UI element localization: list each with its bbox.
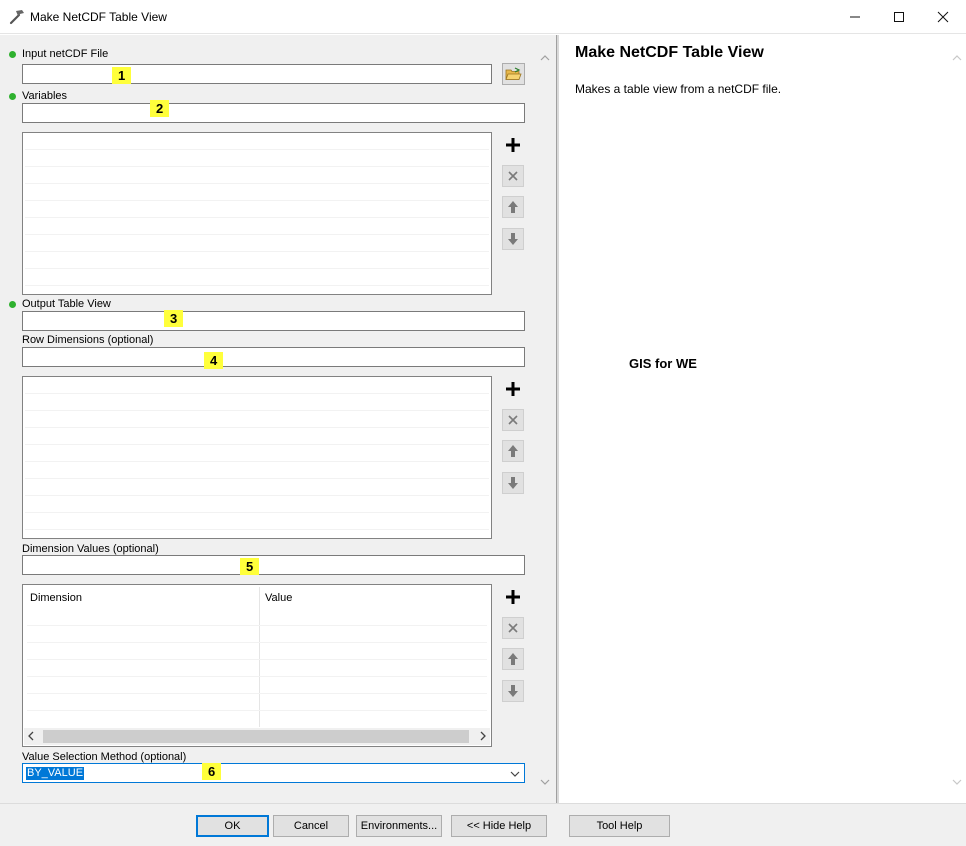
open-folder-icon (505, 67, 522, 80)
input-file-field[interactable] (22, 64, 492, 84)
move-up-button[interactable] (502, 440, 524, 462)
hide-help-button[interactable]: << Hide Help (451, 815, 547, 837)
chevron-down-icon[interactable] (510, 769, 520, 781)
marker-4: 4 (204, 352, 224, 369)
row-dimensions-label: Row Dimensions (optional) (22, 334, 154, 346)
maximize-button[interactable] (876, 0, 922, 34)
plus-icon (506, 382, 520, 396)
dimension-values-field[interactable] (22, 555, 525, 575)
close-button[interactable] (920, 0, 966, 34)
value-selection-label: Value Selection Method (optional) (22, 751, 187, 763)
maximize-icon (894, 12, 904, 22)
marker-1: 1 (112, 67, 132, 84)
scroll-down-icon[interactable] (536, 773, 554, 791)
help-description: Makes a table view from a netCDF file. (575, 82, 782, 96)
required-indicator (9, 301, 16, 308)
variables-label: Variables (22, 90, 68, 102)
minimize-button[interactable] (832, 0, 878, 34)
tool-help-button[interactable]: Tool Help (569, 815, 670, 837)
output-table-field[interactable] (22, 311, 525, 331)
ok-button[interactable]: OK (196, 815, 269, 837)
x-icon (508, 415, 518, 425)
scroll-down-icon[interactable] (948, 773, 966, 791)
horizontal-scrollbar[interactable] (24, 728, 490, 745)
table-body (25, 609, 489, 727)
add-row-dimension-button[interactable] (502, 378, 524, 400)
watermark-text: GIS for WE (629, 356, 697, 371)
arrow-down-icon (508, 477, 518, 489)
scroll-right-icon[interactable] (479, 730, 487, 745)
arrow-up-icon (508, 445, 518, 457)
arrow-up-icon (508, 201, 518, 213)
marker-2: 2 (150, 100, 170, 117)
remove-variable-button[interactable] (502, 165, 524, 187)
marker-5: 5 (240, 558, 260, 575)
scroll-left-icon[interactable] (27, 730, 35, 745)
arrow-up-icon (508, 653, 518, 665)
hammer-icon (8, 8, 26, 26)
window-title: Make NetCDF Table View (30, 10, 167, 24)
value-selection-dropdown[interactable] (22, 763, 525, 783)
minimize-icon (850, 16, 860, 18)
column-header-value[interactable]: Value (265, 592, 292, 604)
move-up-button[interactable] (502, 648, 524, 670)
x-icon (508, 171, 518, 181)
dimension-values-label: Dimension Values (optional) (22, 543, 159, 555)
move-down-button[interactable] (502, 228, 524, 250)
variables-list[interactable] (22, 132, 492, 295)
scroll-thumb[interactable] (43, 730, 469, 743)
close-icon (937, 11, 949, 23)
row-dimensions-list[interactable] (22, 376, 492, 539)
scroll-up-icon[interactable] (948, 49, 966, 67)
marker-6: 6 (202, 763, 222, 780)
marker-3: 3 (164, 310, 184, 327)
dimension-values-table[interactable]: Dimension Value (22, 584, 492, 747)
remove-row-dimension-button[interactable] (502, 409, 524, 431)
move-up-button[interactable] (502, 196, 524, 218)
remove-dimension-value-button[interactable] (502, 617, 524, 639)
arrow-down-icon (508, 233, 518, 245)
add-dimension-value-button[interactable] (502, 586, 524, 608)
add-variable-button[interactable] (502, 134, 524, 156)
output-table-label: Output Table View (22, 298, 111, 310)
plus-icon (506, 590, 520, 604)
move-down-button[interactable] (502, 472, 524, 494)
plus-icon (506, 138, 520, 152)
column-header-dimension[interactable]: Dimension (30, 592, 82, 604)
arrow-down-icon (508, 685, 518, 697)
help-pane (559, 35, 966, 803)
move-down-button[interactable] (502, 680, 524, 702)
x-icon (508, 623, 518, 633)
required-indicator (9, 51, 16, 58)
parameters-scrollbar[interactable] (536, 35, 554, 803)
row-dimensions-field[interactable] (22, 347, 525, 367)
cancel-button[interactable]: Cancel (273, 815, 349, 837)
variables-field[interactable] (22, 103, 525, 123)
value-selection-selected[interactable]: BY_VALUE (26, 767, 85, 780)
input-file-label: Input netCDF File (22, 48, 109, 60)
help-title: Make NetCDF Table View (575, 44, 764, 61)
browse-button[interactable] (502, 63, 525, 85)
required-indicator (9, 93, 16, 100)
environments-button[interactable]: Environments... (356, 815, 442, 837)
scroll-up-icon[interactable] (536, 49, 554, 67)
